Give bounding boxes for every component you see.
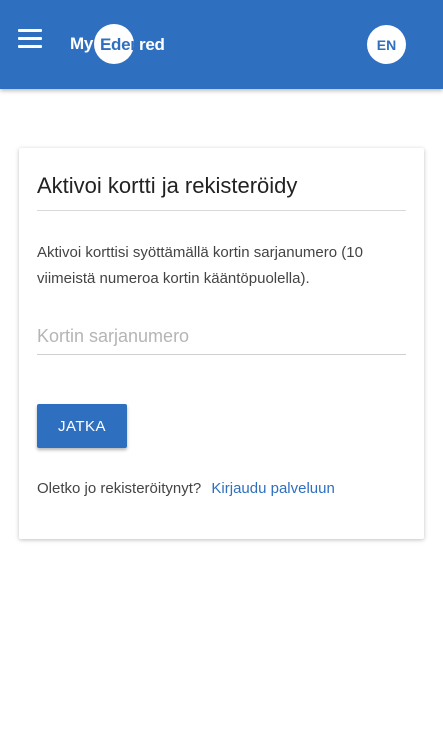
activation-card: Aktivoi kortti ja rekisteröidy Aktivoi k…	[19, 148, 424, 539]
svg-text:red: red	[139, 35, 165, 54]
logo-prefix: My	[70, 34, 94, 53]
edenred-logo-mark: Eden red	[94, 24, 165, 64]
title-divider	[37, 210, 406, 211]
card-title: Aktivoi kortti ja rekisteröidy	[37, 173, 298, 198]
svg-text:Eden: Eden	[100, 35, 140, 54]
serial-number-input[interactable]	[37, 318, 406, 355]
login-link[interactable]: Kirjaudu palveluun	[211, 480, 334, 497]
language-switch-button[interactable]: EN	[367, 25, 406, 64]
login-prompt: Oletko jo rekisteröitynyt?	[37, 480, 202, 497]
hamburger-menu-icon[interactable]	[18, 29, 46, 53]
app-header: My Eden red EN	[0, 0, 443, 89]
activation-description: Aktivoi korttisi syöttämällä kortin sarj…	[37, 244, 363, 287]
login-row: Oletko jo rekisteröitynyt? Kirjaudu palv…	[37, 480, 335, 497]
my-edenred-logo[interactable]: My Eden red	[70, 24, 186, 64]
continue-button[interactable]: JATKA	[37, 404, 127, 448]
